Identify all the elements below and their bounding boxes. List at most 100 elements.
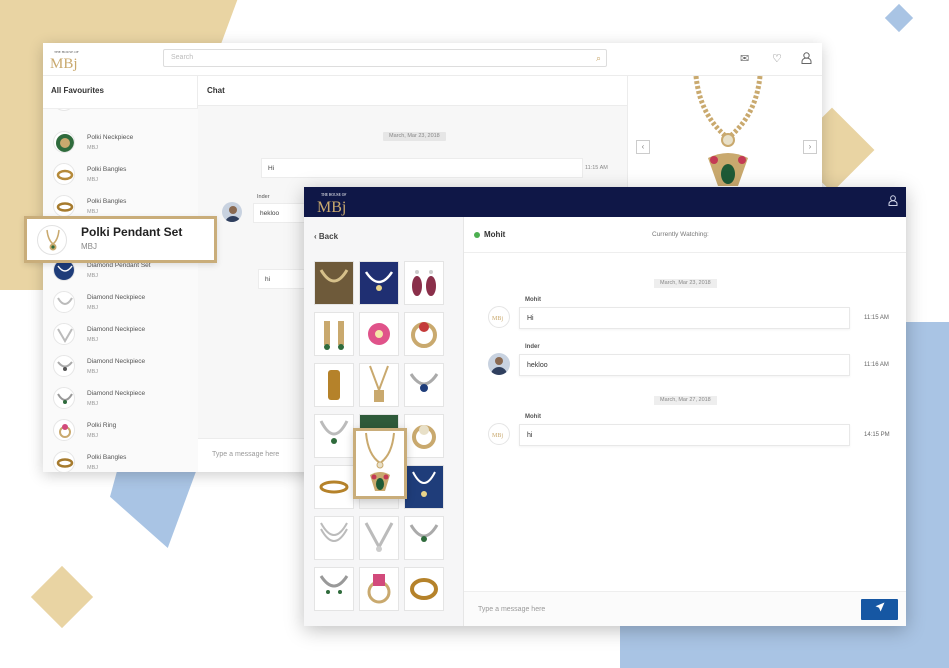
message-composer: Type a message here <box>464 591 906 626</box>
item-thumbnail <box>53 163 75 185</box>
item-thumbnail <box>53 387 75 409</box>
message-bubble: hekloo <box>519 354 850 376</box>
item-sub: MBJ <box>87 401 98 407</box>
message-text: Hi <box>527 315 534 322</box>
pendant-thumbnail <box>37 225 67 255</box>
list-item[interactable]: Polki Bangles MBJ <box>43 447 198 472</box>
date-divider: March, Mar 23, 2018 <box>383 132 446 141</box>
product-tile[interactable] <box>359 261 399 305</box>
avatar: MBj <box>488 306 510 328</box>
item-name: Polki Bangles <box>87 166 127 173</box>
item-name: Polki Bangles <box>87 198 127 205</box>
user-icon[interactable] <box>888 195 898 209</box>
send-icon <box>875 602 884 612</box>
send-button[interactable] <box>861 599 898 620</box>
avatar <box>488 353 510 375</box>
product-tile[interactable] <box>404 516 444 560</box>
item-thumbnail <box>53 323 75 345</box>
item-name: Polki Bangles <box>87 454 127 461</box>
search-input[interactable]: Search ⌕ <box>163 49 607 67</box>
message-text: hi <box>527 432 533 439</box>
list-item[interactable]: Polki Ring MBJ <box>43 415 198 447</box>
product-tile[interactable] <box>314 567 354 611</box>
next-arrow-button[interactable]: › <box>803 140 817 154</box>
product-tile[interactable] <box>359 312 399 356</box>
item-sub: MBJ <box>87 369 98 375</box>
product-tile[interactable] <box>359 567 399 611</box>
item-sub: MBJ <box>87 337 98 343</box>
item-thumbnail <box>53 419 75 441</box>
list-item[interactable]: Diamond Neckpiece MBJ <box>43 383 198 415</box>
online-status-dot <box>474 232 480 238</box>
mbj-logo: THE HOUSE OF MBj <box>317 193 346 216</box>
message-time: 11:15 AM <box>864 315 889 321</box>
item-name: Polki Ring <box>87 422 117 429</box>
product-tile[interactable] <box>404 261 444 305</box>
list-item[interactable]: Diamond Neckpiece MBJ <box>43 319 198 351</box>
item-name: Diamond Neckpiece <box>87 390 146 397</box>
pendant-image <box>365 432 395 491</box>
item-name: Diamond Neckpiece <box>87 294 146 301</box>
item-name: Diamond Pendant Set <box>87 262 151 269</box>
product-tile[interactable] <box>314 414 354 458</box>
back-button[interactable]: ‹ Back <box>314 232 338 241</box>
search-icon[interactable]: ⌕ <box>596 53 601 64</box>
prev-arrow-button[interactable]: ‹ <box>636 140 650 154</box>
conversation-header: Mohit Currently Watching: <box>464 217 906 253</box>
item-thumbnail <box>53 195 75 217</box>
search-placeholder: Search <box>171 54 194 61</box>
product-browser: ‹ Back <box>304 217 464 626</box>
highlighted-product-tile[interactable] <box>353 428 407 499</box>
item-sub: MBJ <box>87 145 98 151</box>
product-tile[interactable] <box>314 261 354 305</box>
conversation-panel: Mohit Currently Watching: March, Mar 23,… <box>464 217 906 626</box>
back-label: Back <box>318 232 339 241</box>
product-tile[interactable] <box>359 363 399 407</box>
list-item[interactable] <box>43 109 198 117</box>
list-item[interactable]: Diamond Neckpiece MBJ <box>43 351 198 383</box>
contact-name: Mohit <box>484 230 506 239</box>
message-text: Hi <box>268 165 275 172</box>
avatar <box>222 202 242 222</box>
sender-name: Inder <box>257 194 270 200</box>
sender-name: Inder <box>525 344 540 350</box>
message-bubble: Hi <box>261 158 583 178</box>
sidebar-title: All Favourites <box>51 86 104 95</box>
message-input[interactable]: Type a message here <box>478 606 545 613</box>
list-item[interactable]: Polki Bangles MBJ <box>43 159 198 191</box>
product-tile[interactable] <box>314 312 354 356</box>
item-thumbnail <box>53 355 75 377</box>
sender-name: Mohit <box>525 414 541 420</box>
message-time: 11:15 AM <box>585 165 608 171</box>
product-tile[interactable] <box>404 567 444 611</box>
product-tile[interactable] <box>314 363 354 407</box>
mail-icon[interactable]: ✉ <box>740 52 749 66</box>
product-tile[interactable] <box>404 414 444 458</box>
message-text: hekloo <box>527 362 548 369</box>
callout-title: Polki Pendant Set <box>81 225 183 239</box>
item-thumbnail <box>53 109 75 111</box>
sender-name: Mohit <box>525 297 541 303</box>
user-icon[interactable] <box>801 52 812 68</box>
currently-watching-label: Currently Watching: <box>652 231 709 238</box>
highlighted-favourite-callout[interactable]: Polki Pendant Set MBJ <box>24 216 217 263</box>
product-tile[interactable] <box>359 516 399 560</box>
product-tile[interactable] <box>314 465 354 509</box>
item-name: Diamond Neckpiece <box>87 358 146 365</box>
svg-text:MBj: MBj <box>317 199 346 216</box>
item-thumbnail <box>53 131 75 153</box>
list-item[interactable]: Polki Neckpiece MBJ <box>43 127 198 159</box>
list-item[interactable]: Diamond Neckpiece MBJ <box>43 287 198 319</box>
item-sub: MBJ <box>87 465 98 471</box>
favourites-sidebar: All Favourites Polki Neckpiece MBJ Polki… <box>43 76 198 472</box>
item-sub: MBJ <box>87 177 98 183</box>
callout-sub: MBJ <box>81 242 97 251</box>
product-tile[interactable] <box>404 312 444 356</box>
product-tile[interactable] <box>314 516 354 560</box>
product-tile[interactable] <box>404 363 444 407</box>
heart-icon[interactable]: ♡ <box>772 52 782 66</box>
message-bubble: hi <box>519 424 850 446</box>
item-sub: MBJ <box>87 305 98 311</box>
product-tile[interactable] <box>404 465 444 509</box>
item-name: Polki Neckpiece <box>87 134 134 141</box>
